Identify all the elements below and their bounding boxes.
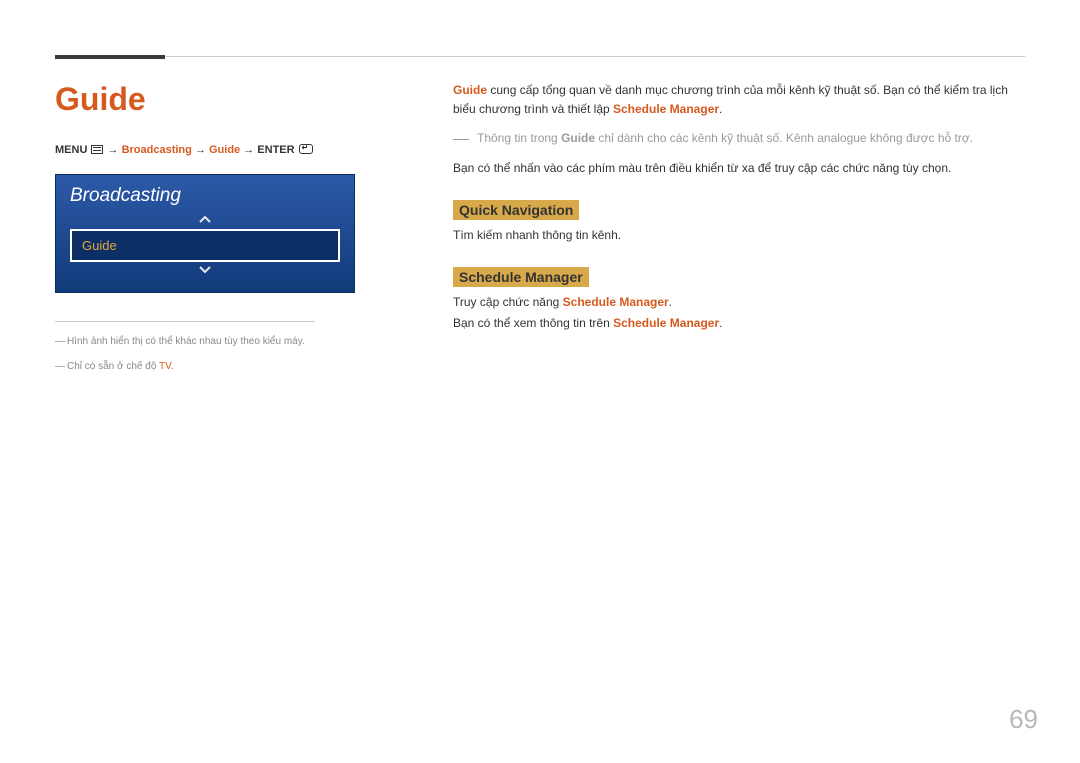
footnote-2-post: .: [171, 361, 174, 372]
arrow: →: [243, 144, 254, 156]
footnote-2: ―Chỉ có sẵn ở chế độ TV.: [55, 359, 315, 374]
hl-schedule-manager: Schedule Manager: [613, 102, 719, 116]
sm-l1-hl: Schedule Manager: [563, 295, 669, 309]
top-rule: [55, 55, 1025, 59]
footnote-2-pre: Chỉ có sẵn ở chế độ: [67, 361, 159, 372]
osd-up-arrow[interactable]: [70, 213, 340, 227]
menu-path: MENU → Broadcasting → Guide → ENTER: [55, 144, 405, 156]
section-quick-navigation: Quick Navigation: [453, 200, 579, 220]
note-dash-icon: [453, 134, 473, 144]
breadcrumb-broadcasting: Broadcasting: [122, 144, 192, 156]
sm-l1-b: .: [669, 295, 672, 309]
schedule-manager-line1: Truy cập chức năng Schedule Manager.: [453, 293, 1025, 312]
note-line: Thông tin trong Guide chỉ dành cho các k…: [453, 129, 1025, 148]
page-title: Guide: [55, 81, 405, 118]
rule-accent: [55, 55, 165, 59]
section-schedule-manager: Schedule Manager: [453, 267, 589, 287]
p1-a: cung cấp tổng quan về danh mục chương tr…: [453, 83, 1008, 116]
osd-panel: Broadcasting Guide: [55, 174, 355, 293]
p2: Bạn có thể nhấn vào các phím màu trên đi…: [453, 159, 1025, 178]
osd-panel-title: Broadcasting: [70, 185, 340, 207]
enter-icon: [299, 144, 313, 154]
page-number: 69: [1009, 704, 1038, 735]
sm-l2-b: .: [719, 316, 722, 330]
footnote-1: ―Hình ảnh hiển thị có thể khác nhau tùy …: [55, 334, 315, 349]
note-hl: Guide: [561, 131, 595, 145]
note-b: chỉ dành cho các kênh kỹ thuật số. Kênh …: [595, 131, 973, 145]
sm-l2-a: Bạn có thể xem thông tin trên: [453, 316, 613, 330]
quick-navigation-body: Tìm kiếm nhanh thông tin kênh.: [453, 226, 1025, 245]
osd-down-arrow[interactable]: [70, 264, 340, 278]
hl-guide: Guide: [453, 83, 487, 97]
footnote-1-text: Hình ảnh hiển thị có thể khác nhau tùy t…: [67, 336, 305, 347]
p1-b: .: [719, 102, 722, 116]
content-columns: Guide MENU → Broadcasting → Guide → ENTE…: [55, 81, 1025, 384]
enter-label: ENTER: [257, 144, 294, 156]
sm-l2-hl: Schedule Manager: [613, 316, 719, 330]
arrow: →: [195, 144, 206, 156]
chevron-up-icon: [198, 214, 212, 224]
manual-page: Guide MENU → Broadcasting → Guide → ENTE…: [0, 0, 1080, 763]
rule-thin: [165, 56, 1025, 57]
osd-item-guide[interactable]: Guide: [70, 229, 340, 262]
sm-l1-a: Truy cập chức năng: [453, 295, 563, 309]
chevron-down-icon: [198, 265, 212, 275]
footnotes: ―Hình ảnh hiển thị có thể khác nhau tùy …: [55, 321, 315, 374]
intro-paragraph: Guide cung cấp tổng quan về danh mục chư…: [453, 81, 1025, 119]
footnote-2-hl: TV: [159, 361, 171, 372]
menu-label: MENU: [55, 144, 87, 156]
note-a: Thông tin trong: [477, 131, 561, 145]
breadcrumb-guide: Guide: [209, 144, 240, 156]
left-column: Guide MENU → Broadcasting → Guide → ENTE…: [55, 81, 405, 384]
schedule-manager-line2: Bạn có thể xem thông tin trên Schedule M…: [453, 314, 1025, 333]
menu-icon: [91, 145, 103, 154]
arrow: →: [108, 144, 119, 156]
right-column: Guide cung cấp tổng quan về danh mục chư…: [453, 81, 1025, 384]
